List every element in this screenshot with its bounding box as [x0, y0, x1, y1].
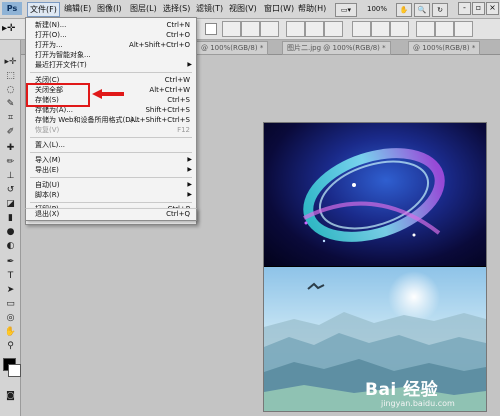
dodge-tool-icon[interactable]: ◐ — [4, 240, 17, 253]
submenu-arrow-icon: ▶ — [187, 156, 192, 163]
type-tool-icon[interactable]: T — [4, 270, 17, 283]
menu-item-recent-files[interactable]: 最近打开文件(T) ▶ — [26, 60, 196, 70]
auto-select-checkbox[interactable] — [205, 23, 217, 35]
gradient-tool-icon[interactable]: ▮ — [4, 212, 17, 225]
photoshop-logo: Ps — [2, 2, 22, 15]
menu-window[interactable]: 窗口(W) — [262, 2, 296, 15]
clone-stamp-tool-icon[interactable]: ⊥ — [4, 170, 17, 183]
annotation-highlight-box — [26, 83, 90, 107]
menu-separator — [30, 177, 192, 178]
healing-brush-tool-icon[interactable]: ✚ — [4, 142, 17, 155]
blur-tool-icon[interactable]: ● — [4, 226, 17, 239]
history-brush-tool-icon[interactable]: ↺ — [4, 184, 17, 197]
submenu-arrow-icon: ▶ — [187, 61, 192, 68]
brush-tool-icon[interactable]: ✏ — [4, 156, 17, 169]
restore-button[interactable]: ▫ — [472, 2, 485, 15]
align-right-icon[interactable] — [324, 21, 343, 37]
minimize-button[interactable]: - — [458, 2, 471, 15]
pen-tool-icon[interactable]: ✒ — [4, 256, 17, 269]
tab-document-1[interactable]: @ 100%(RGB/8) * — [196, 41, 269, 55]
marquee-tool-icon[interactable]: ⬚ — [4, 70, 17, 83]
move-tool-preset-icon[interactable]: ▸✛ — [2, 21, 22, 36]
zoom-level[interactable]: 100% — [360, 3, 394, 15]
quick-mask-icon[interactable]: ◙ — [4, 390, 17, 403]
document-canvas[interactable]: Bai 经验 jingyan.baidu.com — [263, 122, 487, 412]
menu-item-open-smart-object[interactable]: 打开为智能对象... — [26, 50, 196, 60]
menu-item-save-for-web[interactable]: 存储为 Web和设备所用格式(D)... Alt+Shift+Ctrl+S — [26, 115, 196, 125]
align-top-icon[interactable] — [222, 21, 241, 37]
align-left-icon[interactable] — [286, 21, 305, 37]
distribute-center-icon[interactable] — [371, 21, 390, 37]
menu-edit[interactable]: 编辑(E) — [62, 2, 93, 15]
align-center-icon[interactable] — [241, 21, 260, 37]
menu-item-revert: 恢复(V) F12 — [35, 126, 190, 134]
menu-item-open-as[interactable]: 打开为... Alt+Shift+Ctrl+O — [26, 40, 196, 50]
align-hcenter-icon[interactable] — [305, 21, 324, 37]
distribute-right-icon[interactable] — [454, 21, 473, 37]
menu-help[interactable]: 帮助(H) — [296, 2, 328, 15]
menu-item-place[interactable]: 置入(L)... — [26, 140, 196, 150]
menu-image[interactable]: 图像(I) — [95, 2, 124, 15]
menu-select[interactable]: 选择(S) — [161, 2, 192, 15]
menu-item-new[interactable]: 新建(N)... Ctrl+N — [26, 20, 196, 30]
move-tool-icon[interactable]: ▸✛ — [4, 56, 17, 69]
submenu-arrow-icon: ▶ — [187, 181, 192, 188]
file-menu-dropdown: 新建(N)... Ctrl+N 打开(O)... Ctrl+O 打开为... Alt+… — [25, 17, 197, 225]
distribute-left-icon[interactable] — [416, 21, 435, 37]
baidu-watermark: Bai 经验 jingyan.baidu.com — [361, 363, 485, 411]
hand-icon[interactable]: ✋ — [396, 3, 412, 17]
eraser-tool-icon[interactable]: ◪ — [4, 198, 17, 211]
menu-item-exit[interactable]: 退出(X) Ctrl+Q — [25, 208, 197, 221]
close-button[interactable]: × — [486, 2, 499, 15]
background-color-swatch[interactable] — [8, 364, 21, 377]
lasso-tool-icon[interactable]: ◌ — [4, 84, 17, 97]
menu-view[interactable]: 视图(V) — [227, 2, 259, 15]
shape-tool-icon[interactable]: ▭ — [4, 298, 17, 311]
distribute-bottom-icon[interactable] — [390, 21, 409, 37]
align-bottom-icon[interactable] — [260, 21, 279, 37]
quick-select-tool-icon[interactable]: ✎ — [4, 98, 17, 111]
menu-separator — [30, 72, 192, 73]
watermark-main-text: Bai 经验 — [365, 380, 439, 400]
crop-tool-icon[interactable]: ⌗ — [4, 112, 17, 125]
menu-layer[interactable]: 图层(L) — [128, 2, 159, 15]
path-selection-tool-icon[interactable]: ➤ — [4, 284, 17, 297]
menu-file[interactable]: 文件(F) — [27, 2, 60, 17]
eyedropper-tool-icon[interactable]: ✐ — [4, 126, 17, 139]
distribute-top-icon[interactable] — [352, 21, 371, 37]
distribute-hcenter-icon[interactable] — [435, 21, 454, 37]
menu-item-automate[interactable]: 自动(U) ▶ — [26, 180, 196, 190]
submenu-arrow-icon: ▶ — [187, 191, 192, 198]
menu-separator — [30, 202, 192, 203]
screen-mode-icon[interactable]: ▭▾ — [335, 3, 357, 17]
tab-document-3[interactable]: @ 100%(RGB/8) * — [408, 41, 481, 55]
menu-separator — [30, 152, 192, 153]
rotate-view-icon[interactable]: ↻ — [432, 3, 448, 17]
aurora-image — [264, 123, 486, 266]
menu-filter[interactable]: 滤镜(T) — [194, 2, 225, 15]
menu-item-open[interactable]: 打开(O)... Ctrl+O — [26, 30, 196, 40]
zoom-icon[interactable]: 🔍 — [414, 3, 430, 17]
tab-document-2[interactable]: 图片二.jpg @ 100%(RGB/8) * — [282, 41, 391, 55]
menu-item-import[interactable]: 导入(M) ▶ — [26, 155, 196, 165]
zoom-tool-icon[interactable]: ⚲ — [4, 340, 17, 353]
hand-tool-icon[interactable]: ✋ — [4, 326, 17, 339]
3d-rotate-tool-icon[interactable]: ◎ — [4, 312, 17, 325]
submenu-arrow-icon: ▶ — [187, 166, 192, 173]
menu-item-scripts[interactable]: 脚本(R) ▶ — [26, 190, 196, 200]
watermark-sub-text: jingyan.baidu.com — [381, 399, 455, 408]
toolbox: ▸✛ ⬚ ◌ ✎ ⌗ ✐ ✚ ✏ ⊥ ↺ ◪ ▮ ● ◐ ✒ T ➤ ▭ ◎ ✋… — [0, 40, 21, 416]
menu-separator — [30, 137, 192, 138]
menu-item-export[interactable]: 导出(E) ▶ — [26, 165, 196, 175]
annotation-arrow-icon — [92, 89, 124, 99]
